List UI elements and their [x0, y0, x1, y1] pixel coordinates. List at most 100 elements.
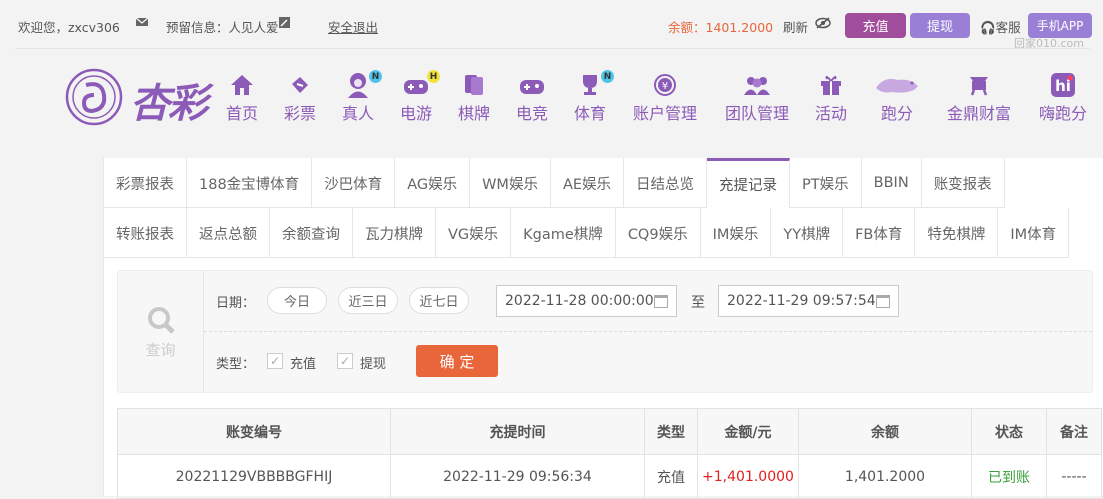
tab-item[interactable]: CQ9娱乐 [616, 208, 701, 258]
form-divider [204, 331, 1092, 332]
refresh-link[interactable]: 刷新 [783, 17, 808, 36]
hi-run-icon: hi [1023, 70, 1103, 100]
table-header-row: 账变编号 充提时间 类型 金额/元 余额 状态 备注 [117, 408, 1102, 455]
header-divider [15, 48, 1090, 49]
tab-item[interactable]: VG娱乐 [436, 208, 512, 258]
top-bar: 欢迎您，zxcv306 预留信息：人见人爱 安全退出 余额：1401.2000 … [0, 0, 1103, 50]
withdraw-checkbox[interactable]: ✓ [337, 353, 353, 369]
tab-item[interactable]: 彩票报表 [104, 158, 187, 208]
wealth-icon [939, 70, 1019, 100]
table-cell: ----- [1046, 454, 1102, 499]
mail-icon[interactable] [135, 15, 149, 32]
column-header: 账变编号 [117, 408, 391, 455]
nav-label: 嗨跑分 [1038, 104, 1087, 123]
recharge-checkbox-label: 充值 [290, 357, 317, 372]
seven-days-button[interactable]: 近七日 [409, 287, 469, 314]
calendar-icon[interactable] [876, 295, 890, 308]
withdraw-button[interactable]: 提现 [910, 13, 970, 38]
nav-item[interactable]: 金鼎财富 [939, 70, 1019, 124]
tab-item[interactable]: 返点总额 [187, 208, 270, 258]
edit-icon[interactable] [279, 16, 290, 31]
tab-item[interactable]: Kgame棋牌 [511, 208, 616, 258]
confirm-button[interactable]: 确 定 [416, 345, 498, 377]
table-cell: 充值 [644, 454, 698, 499]
nav-item[interactable]: N 体育 [550, 70, 630, 124]
nav-label: 跑分 [880, 104, 913, 123]
column-header: 金额/元 [697, 408, 799, 455]
tab-item[interactable]: BBIN [862, 158, 922, 208]
tab-item[interactable]: 特免棋牌 [915, 208, 999, 258]
tab-item[interactable]: IM娱乐 [701, 208, 772, 258]
query-label: 查询 [145, 341, 176, 359]
tab-item[interactable]: 沙巴体育 [312, 158, 396, 208]
nav-label: 团队管理 [724, 104, 789, 123]
headset-icon: 🎧 [980, 20, 996, 35]
logout-link[interactable]: 安全退出 [328, 17, 378, 36]
welcome-text: 欢迎您，zxcv306 [18, 20, 120, 35]
tab-item[interactable]: 账变报表 [922, 158, 1005, 208]
tab-item[interactable]: 转账报表 [104, 208, 187, 258]
service-link[interactable]: 🎧客服 [980, 17, 1021, 36]
type-label: 类型： [216, 357, 256, 372]
nav-item[interactable]: 跑分 [857, 70, 937, 124]
calendar-icon[interactable] [654, 295, 668, 308]
tab-active[interactable]: 充提记录 [707, 158, 791, 208]
column-header: 余额 [798, 408, 972, 455]
running-score-icon [857, 70, 937, 100]
nav-label: 金鼎财富 [946, 104, 1011, 123]
start-date-input[interactable]: 2022-11-28 00:00:00 [496, 285, 677, 317]
query-button[interactable]: 查询 [118, 271, 204, 392]
table-cell: 20221129VBBBBGFHIJ [117, 454, 391, 499]
logo-emblem-icon [65, 68, 123, 126]
three-days-button[interactable]: 近三日 [338, 287, 398, 314]
records-table: 账变编号 充提时间 类型 金额/元 余额 状态 备注 20221129VBBBBGFHIJ 2… [117, 408, 1102, 499]
balance-text: 余额：1401.2000 [668, 20, 774, 35]
table-cell: 已到账 [971, 454, 1047, 499]
nav-badge: N [601, 70, 614, 83]
nav-item[interactable]: hi 嗨跑分 [1023, 70, 1103, 124]
start-date-value: 2022-11-28 00:00:00 [505, 293, 654, 309]
nav-label: 体育 [573, 104, 606, 123]
nav-item[interactable]: ¥ 账户管理 [625, 70, 705, 124]
table-cell: +1,401.0000 [697, 454, 799, 499]
table-cell: 1,401.2000 [798, 454, 972, 499]
tab-item[interactable]: AG娱乐 [395, 158, 471, 208]
today-button[interactable]: 今日 [267, 287, 327, 314]
column-header: 类型 [644, 408, 698, 455]
tab-item[interactable]: YY棋牌 [771, 208, 844, 258]
eye-hidden-icon[interactable] [815, 17, 831, 32]
table-cell: 2022-11-29 09:56:34 [390, 454, 645, 499]
tab-item[interactable]: 日结总览 [624, 158, 708, 208]
account-icon: ¥ [625, 70, 705, 100]
tab-row-1: 彩票报表 188金宝博体育 沙巴体育 AG娱乐 WM娱乐 AE娱乐 日结总览 充提记录 PT娱乐… [104, 158, 1005, 208]
column-header: 状态 [971, 408, 1047, 455]
nav-label: 账户管理 [632, 104, 697, 123]
tab-item[interactable]: WM娱乐 [470, 158, 551, 208]
tab-item[interactable]: 188金宝博体育 [187, 158, 313, 208]
nav-item[interactable]: 团队管理 [717, 70, 797, 124]
tab-item[interactable]: 余额查询 [270, 208, 353, 258]
tab-row-2: 转账报表 返点总额 余额查询 瓦力棋牌 VG娱乐 Kgame棋牌 CQ9娱乐 IM娱乐 YY棋牌… [104, 208, 1070, 258]
withdraw-checkbox-label: 提现 [360, 357, 387, 372]
query-form: 查询 日期： 今日 近三日 近七日 2022-11-28 00:00:00 至 … [117, 270, 1093, 393]
search-icon [147, 307, 175, 334]
tab-item[interactable]: AE娱乐 [551, 158, 625, 208]
table-row: 20221129VBBBBGFHIJ 2022-11-29 09:56:34 充值 +… [117, 454, 1102, 499]
tab-item[interactable]: 瓦力棋牌 [353, 208, 436, 258]
reserved-info: 预留信息：人见人爱 [166, 20, 279, 35]
site-logo[interactable]: 杏彩 [64, 67, 216, 127]
team-icon [717, 70, 797, 100]
recharge-checkbox[interactable]: ✓ [267, 353, 283, 369]
recharge-button[interactable]: 充值 [845, 13, 906, 38]
main-panel: 彩票报表 188金宝博体育 沙巴体育 AG娱乐 WM娱乐 AE娱乐 日结总览 充提记录 PT娱乐… [103, 158, 1103, 499]
date-label: 日期： [216, 296, 256, 311]
column-header: 充提时间 [390, 408, 645, 455]
tab-item[interactable]: FB体育 [843, 208, 916, 258]
tab-item[interactable]: PT娱乐 [790, 158, 862, 208]
svg-text:¥: ¥ [662, 81, 668, 92]
end-date-input[interactable]: 2022-11-29 09:57:54 [718, 285, 899, 317]
logo-text: 杏彩 [130, 81, 208, 127]
tab-item[interactable]: IM体育 [998, 208, 1070, 258]
end-date-value: 2022-11-29 09:57:54 [727, 293, 876, 309]
column-header: 备注 [1046, 408, 1102, 455]
